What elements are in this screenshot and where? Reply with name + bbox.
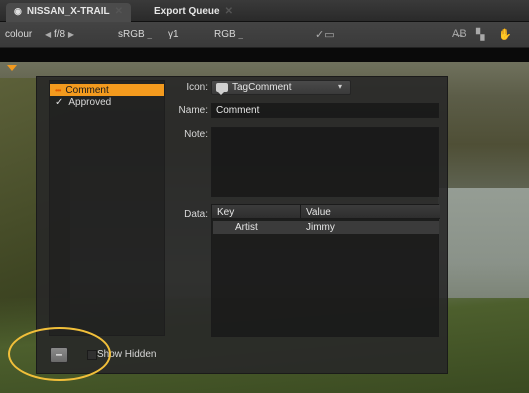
tab-bar: ◉ NISSAN_X-TRAIL ✕ Export Queue ✕	[0, 0, 529, 22]
tag-list-item-comment[interactable]: ••• Comment	[50, 84, 164, 96]
tag-list-item-approved[interactable]: ✓ Approved	[50, 96, 164, 108]
chevron-down-icon: _	[238, 30, 243, 39]
check-comment-icon[interactable]: ✓▭	[315, 28, 335, 41]
layers-icon[interactable]: ▚	[476, 28, 484, 41]
toolbar: colour ◀ f/8 ▶ sRGB _ γ1 RGB _ ✓▭ A̶B ▚ …	[0, 22, 529, 48]
collapse-triangle-icon[interactable]	[7, 65, 17, 71]
chevron-down-icon: ▾	[337, 82, 342, 91]
table-cell-key: Artist	[235, 222, 258, 233]
colorspace-select[interactable]: sRGB _	[118, 29, 152, 40]
fstop-value: f/8	[53, 29, 66, 40]
comment-bubble-icon	[216, 83, 228, 95]
tab-label: NISSAN_X-TRAIL	[26, 6, 110, 17]
table-cell-value: Jimmy	[306, 222, 335, 233]
column-header-key[interactable]: Key	[217, 207, 234, 218]
text-tool-icon[interactable]: A̶B	[452, 28, 467, 40]
tab-export-queue[interactable]: Export Queue ✕	[146, 3, 241, 22]
chevron-down-icon: _	[147, 30, 152, 39]
data-table[interactable]: Key Value Artist Jimmy	[211, 204, 440, 337]
colorspace-value: sRGB	[118, 29, 145, 40]
data-label: Data:	[184, 209, 208, 220]
eye-icon: ◉	[14, 6, 22, 16]
gamma-value[interactable]: γ1	[168, 29, 179, 40]
checkmark-icon: ✓	[55, 96, 64, 108]
colour-label: colour	[5, 29, 33, 40]
pan-tool-icon[interactable]: ✋	[498, 28, 512, 41]
icon-label: Icon:	[186, 82, 208, 93]
column-divider[interactable]	[300, 205, 301, 219]
close-icon[interactable]: ✕	[225, 6, 233, 17]
name-label: Name:	[178, 105, 208, 116]
tag-dots-icon: •••	[55, 85, 61, 95]
table-header: Key Value	[212, 205, 440, 219]
tab-label: Export Queue	[154, 6, 220, 17]
channel-value: RGB	[214, 29, 236, 40]
fstop-stepper[interactable]: ◀ f/8 ▶	[45, 29, 74, 40]
icon-select[interactable]: TagComment ▾	[211, 80, 351, 95]
icon-select-value: TagComment	[232, 82, 292, 93]
tag-label: Approved	[68, 96, 112, 108]
tab-nissan-x-trail[interactable]: ◉ NISSAN_X-TRAIL ✕	[6, 3, 132, 22]
close-icon[interactable]: ✕	[115, 6, 123, 17]
arrow-right-icon[interactable]: ▶	[68, 30, 74, 39]
table-row[interactable]: Artist Jimmy	[213, 221, 439, 234]
channel-select[interactable]: RGB _	[214, 29, 243, 40]
filmstrip-bar	[0, 48, 529, 62]
note-label: Note:	[184, 129, 208, 140]
tag-label: Comment	[65, 84, 109, 96]
note-field[interactable]	[211, 127, 439, 197]
arrow-left-icon[interactable]: ◀	[45, 30, 51, 39]
column-header-value[interactable]: Value	[306, 207, 331, 218]
annotation-highlight-ring	[8, 327, 111, 381]
tag-list: ••• Comment ✓ Approved	[49, 80, 165, 336]
name-field[interactable]: Comment	[211, 103, 439, 118]
